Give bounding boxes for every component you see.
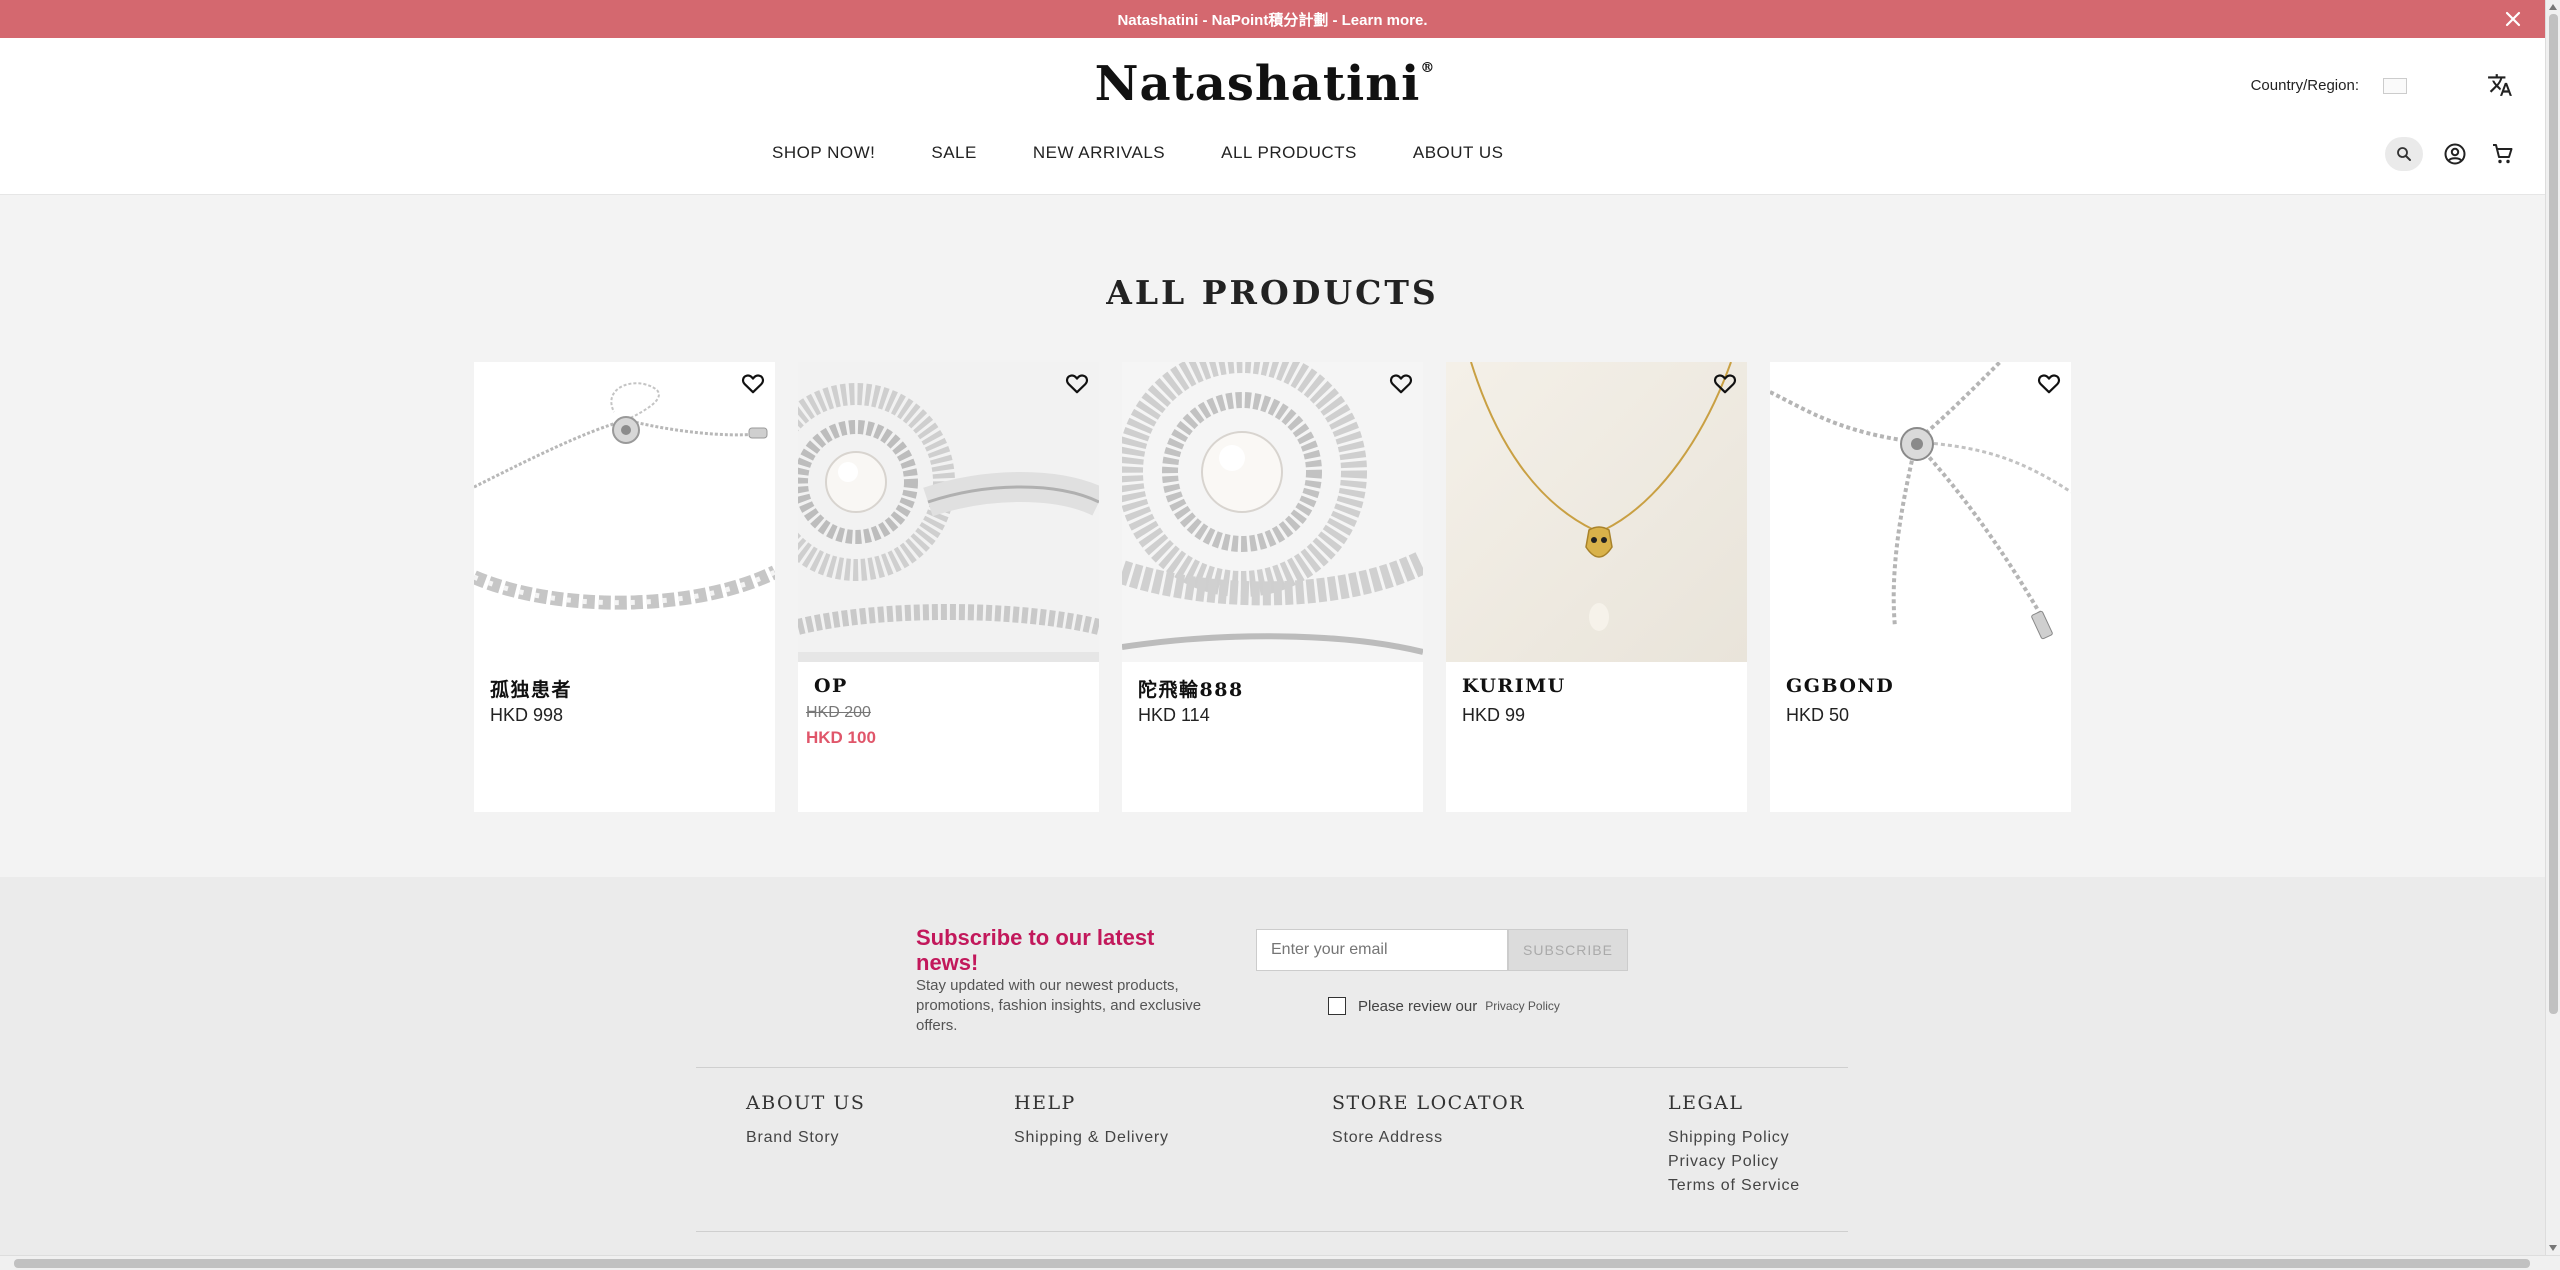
nav-sale[interactable]: SALE	[931, 143, 976, 163]
product-name[interactable]: KURIMU	[1462, 675, 1566, 697]
footer-divider	[696, 1231, 1848, 1232]
main-nav: SHOP NOW! SALE NEW ARRIVALS ALL PRODUCTS…	[772, 143, 1503, 163]
pearl-bangle-image	[798, 362, 1099, 662]
cart-button[interactable]	[2487, 138, 2519, 170]
product-name[interactable]: 陀飛輪888	[1138, 675, 1244, 702]
product-image[interactable]	[1770, 362, 2071, 662]
product-name[interactable]: GGBOND	[1786, 675, 1894, 697]
bracelet-image	[474, 362, 775, 662]
subscribe-description: Stay updated with our newest products, p…	[916, 977, 1202, 1034]
site-footer: Subscribe to our latest news! Stay updat…	[0, 877, 2545, 1257]
page-title: ALL PRODUCTS	[1106, 273, 1439, 312]
logo-registered-mark: ®	[1420, 60, 1436, 76]
product-image[interactable]	[1122, 362, 1423, 662]
footer-heading-about: ABOUT US	[746, 1092, 866, 1114]
cart-icon	[2493, 144, 2513, 164]
horizontal-scrollbar[interactable]	[0, 1255, 2560, 1270]
footer-col-legal: LEGAL Shipping Policy Privacy Policy Ter…	[1668, 1092, 1800, 1198]
nav-all-products[interactable]: ALL PRODUCTS	[1221, 143, 1357, 163]
product-price: HKD 114	[1138, 705, 1210, 725]
scrollbar-thumb[interactable]	[2549, 14, 2558, 1014]
product-price: HKD 998	[490, 705, 564, 725]
scroll-down-arrow-icon[interactable]	[2549, 1245, 2557, 1251]
privacy-policy-link[interactable]: Privacy Policy	[1485, 999, 1560, 1013]
scrollbar-thumb[interactable]	[14, 1259, 2530, 1268]
footer-link-terms[interactable]: Terms of Service	[1668, 1174, 1800, 1198]
search-icon	[2397, 147, 2411, 161]
product-card[interactable]: 陀飛輪888 HKD 114	[1122, 362, 1423, 812]
logo-text[interactable]: Natashatini	[1095, 56, 1421, 112]
product-name[interactable]: OP	[814, 675, 848, 697]
consent-label: Please review our	[1358, 997, 1478, 1015]
nav-new-arrivals[interactable]: NEW ARRIVALS	[1033, 143, 1165, 163]
flag-icon[interactable]	[2383, 77, 2407, 94]
email-input[interactable]	[1256, 929, 1508, 971]
silver-chain-image	[1770, 362, 2071, 662]
close-icon[interactable]	[2503, 9, 2523, 29]
consent-checkbox[interactable]	[1328, 997, 1346, 1015]
country-label: Country/Region:	[2250, 77, 2359, 94]
announcement-text[interactable]: Natashatini - NaPoint積分計劃 - Learn more.	[1117, 9, 1427, 30]
subscribe-heading: Subscribe to our latest news!	[916, 925, 1155, 975]
product-image[interactable]	[1446, 362, 1747, 662]
heart-icon[interactable]	[740, 370, 766, 396]
footer-link-brand-story[interactable]: Brand Story	[746, 1126, 865, 1150]
footer-heading-legal: LEGAL	[1668, 1092, 1744, 1114]
product-card[interactable]: OP HKD 200 HKD 100	[798, 362, 1099, 812]
footer-col-about: ABOUT US Brand Story	[746, 1092, 865, 1150]
footer-col-store: STORE LOCATOR Store Address	[1332, 1092, 1525, 1150]
original-price: HKD 200	[806, 704, 871, 721]
country-selector[interactable]: Country/Region:	[2251, 77, 2407, 94]
footer-divider	[696, 1067, 1848, 1068]
product-listing: ALL PRODUCTS 孤独患者 HKD 998 OP HKD 200 HKD…	[0, 195, 2545, 877]
site-header: Natashatini® Country/Region: SHOP NOW! S…	[0, 38, 2545, 195]
product-card[interactable]: GGBOND HKD 50	[1770, 362, 2071, 812]
product-image[interactable]	[474, 362, 775, 662]
product-name[interactable]: 孤独患者	[490, 675, 572, 702]
privacy-consent: Please review our Privacy Policy	[1328, 997, 1560, 1015]
account-button[interactable]	[2439, 138, 2471, 170]
footer-col-help: HELP Shipping & Delivery	[1014, 1092, 1169, 1150]
product-price: HKD 99	[1462, 705, 1526, 725]
footer-link-shipping-policy[interactable]: Shipping Policy	[1668, 1126, 1800, 1150]
product-price: HKD 50	[1786, 705, 1850, 725]
footer-link-store-address[interactable]: Store Address	[1332, 1126, 1525, 1150]
heart-icon[interactable]	[1712, 370, 1738, 396]
footer-link-shipping-delivery[interactable]: Shipping & Delivery	[1014, 1126, 1169, 1150]
header-actions	[2385, 137, 2519, 171]
translate-icon[interactable]	[2487, 72, 2513, 98]
search-button[interactable]	[2385, 137, 2423, 171]
vertical-scrollbar[interactable]	[2545, 0, 2560, 1255]
scroll-up-arrow-icon[interactable]	[2549, 4, 2557, 10]
pearl-bangle-closeup-image	[1122, 362, 1423, 662]
nav-about-us[interactable]: ABOUT US	[1413, 143, 1504, 163]
footer-heading-store: STORE LOCATOR	[1332, 1092, 1525, 1114]
announcement-bar[interactable]: Natashatini - NaPoint積分計劃 - Learn more.	[0, 0, 2545, 38]
product-card[interactable]: KURIMU HKD 99	[1446, 362, 1747, 812]
heart-icon[interactable]	[2036, 370, 2062, 396]
product-grid: 孤独患者 HKD 998 OP HKD 200 HKD 100 陀飛輪888 H…	[474, 362, 2071, 812]
product-image[interactable]	[798, 362, 1099, 662]
sale-price: HKD 100	[806, 728, 876, 747]
footer-heading-help: HELP	[1014, 1092, 1076, 1114]
site-logo[interactable]: Natashatini®	[0, 56, 2530, 112]
nav-shop-now[interactable]: SHOP NOW!	[772, 143, 875, 163]
heart-icon[interactable]	[1064, 370, 1090, 396]
subscribe-button[interactable]: SUBSCRIBE	[1508, 929, 1628, 971]
product-card[interactable]: 孤独患者 HKD 998	[474, 362, 775, 812]
heart-icon[interactable]	[1388, 370, 1414, 396]
footer-link-privacy-policy[interactable]: Privacy Policy	[1668, 1150, 1800, 1174]
account-icon	[2444, 143, 2466, 165]
gold-necklace-image	[1446, 362, 1747, 662]
